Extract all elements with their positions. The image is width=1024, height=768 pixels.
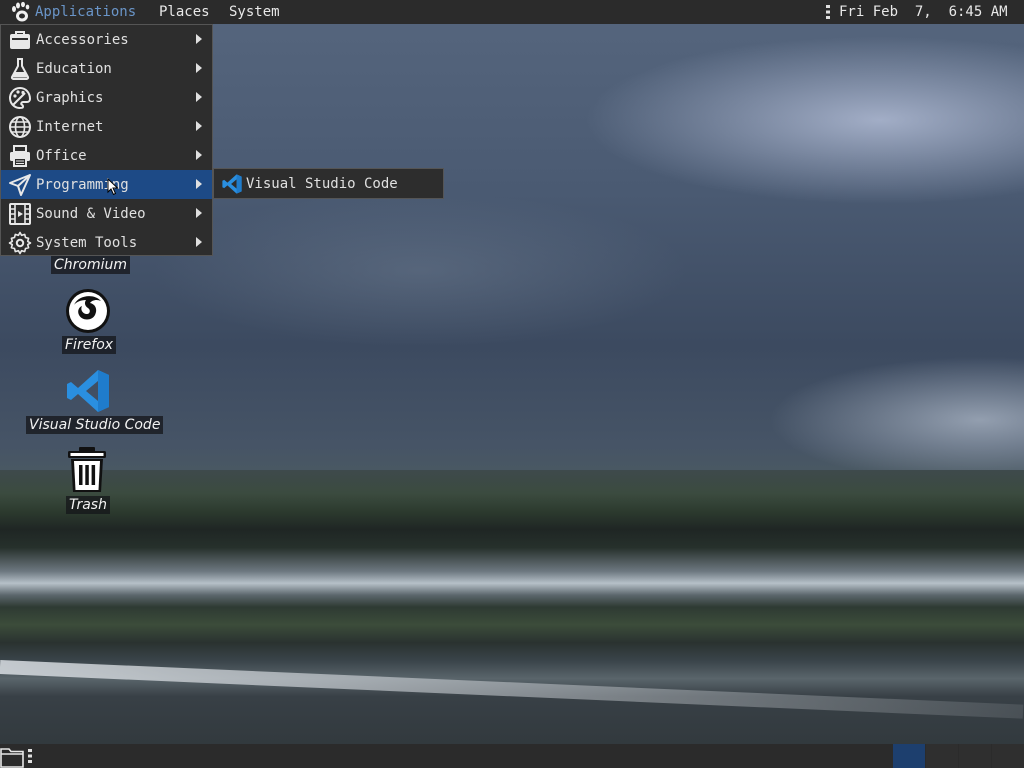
- menu-item-system-tools[interactable]: System Tools: [1, 228, 212, 257]
- programming-submenu: Visual Studio Code: [213, 168, 444, 199]
- submenu-arrow-icon: [196, 237, 202, 247]
- top-panel: Applications Places System Fri Feb 7, 6:…: [0, 0, 1024, 24]
- menu-item-label: Education: [36, 61, 112, 77]
- palette-icon: [9, 86, 32, 109]
- submenu-arrow-icon: [196, 179, 202, 189]
- firefox-icon: [66, 289, 110, 333]
- vscode-icon: [67, 370, 109, 412]
- applications-menu[interactable]: Applications: [35, 3, 136, 21]
- desktop-icon-label: Chromium: [51, 256, 131, 274]
- menu-item-visual-studio-code[interactable]: Visual Studio Code: [214, 169, 443, 198]
- menu-item-sound-video[interactable]: Sound & Video: [1, 199, 212, 228]
- gnome-foot-icon[interactable]: [9, 1, 31, 23]
- menu-item-label: Internet: [36, 119, 104, 135]
- desktop-icon-label: Trash: [66, 496, 110, 514]
- places-menu[interactable]: Places: [159, 3, 210, 21]
- panel-handle-icon[interactable]: [826, 4, 830, 20]
- applications-dropdown: Accessories Education Graphics Internet: [0, 24, 213, 256]
- submenu-arrow-icon: [196, 150, 202, 160]
- menu-item-office[interactable]: Office: [1, 141, 212, 170]
- clock[interactable]: Fri Feb 7, 6:45 AM: [839, 3, 1008, 21]
- vscode-icon: [222, 174, 242, 194]
- menu-item-label: Visual Studio Code: [246, 176, 398, 192]
- system-menu[interactable]: System: [229, 3, 280, 21]
- printer-icon: [10, 145, 30, 167]
- menu-item-graphics[interactable]: Graphics: [1, 83, 212, 112]
- desktop-icon-label: Visual Studio Code: [26, 416, 164, 434]
- menu-item-accessories[interactable]: Accessories: [1, 25, 212, 54]
- show-desktop-folder-icon[interactable]: [0, 746, 24, 768]
- panel-handle-icon[interactable]: [28, 748, 32, 764]
- workspace-2[interactable]: [926, 744, 958, 768]
- submenu-arrow-icon: [196, 208, 202, 218]
- gear-icon: [8, 231, 32, 255]
- flask-icon: [10, 58, 30, 80]
- bottom-panel: [0, 744, 1024, 768]
- menu-item-label: Accessories: [36, 32, 129, 48]
- trash-icon: [68, 447, 106, 492]
- workspace-3[interactable]: [959, 744, 991, 768]
- desktop-icon-label: Firefox: [62, 336, 117, 354]
- mouse-cursor-icon: [107, 178, 119, 196]
- menu-item-internet[interactable]: Internet: [1, 112, 212, 141]
- menu-item-label: System Tools: [36, 235, 138, 251]
- menu-item-education[interactable]: Education: [1, 54, 212, 83]
- film-icon: [9, 203, 31, 225]
- submenu-arrow-icon: [196, 121, 202, 131]
- menu-item-label: Graphics: [36, 90, 104, 106]
- submenu-arrow-icon: [196, 92, 202, 102]
- briefcase-icon: [10, 31, 30, 49]
- submenu-arrow-icon: [196, 63, 202, 73]
- submenu-arrow-icon: [196, 34, 202, 44]
- globe-icon: [9, 116, 31, 138]
- menu-item-label: Sound & Video: [36, 206, 146, 222]
- workspace-4[interactable]: [992, 744, 1024, 768]
- menu-item-label: Office: [36, 148, 87, 164]
- wallpaper-ground: [0, 470, 1024, 768]
- paper-plane-icon: [9, 174, 31, 196]
- workspace-1[interactable]: [893, 744, 925, 768]
